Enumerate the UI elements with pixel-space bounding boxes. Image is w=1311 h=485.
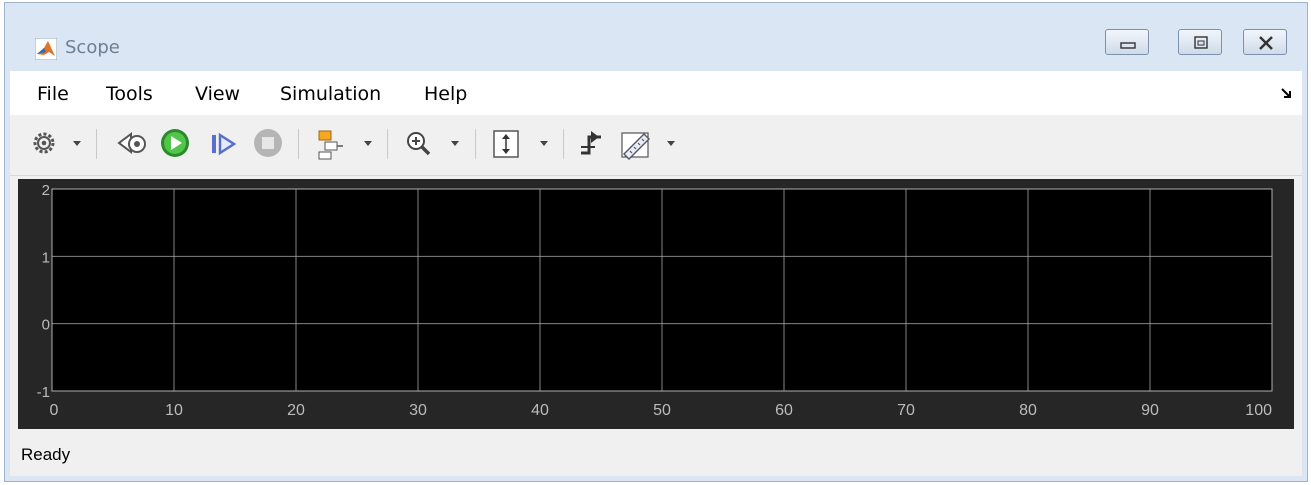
x-tick-label: 20 <box>287 402 305 419</box>
scale-axes-button[interactable] <box>489 127 525 161</box>
stop-icon <box>254 129 282 157</box>
settings-icon <box>33 132 55 154</box>
run-button[interactable] <box>159 127 193 161</box>
y-tick-label: -1 <box>37 384 50 401</box>
minimize-button[interactable] <box>1105 29 1149 55</box>
minimize-icon <box>1120 42 1136 49</box>
zoom-dropdown-arrow[interactable] <box>451 141 459 146</box>
y-tick-label: 2 <box>42 182 50 199</box>
triggers-button[interactable] <box>575 127 609 161</box>
toolbar-separator <box>563 129 564 159</box>
run-icon <box>161 129 189 157</box>
step-back-icon <box>117 132 146 154</box>
status-bar: Ready <box>10 431 1302 476</box>
measurements-icon <box>621 132 650 160</box>
zoom-in-icon <box>407 132 431 156</box>
measurements-button[interactable] <box>618 127 654 161</box>
scale-axes-icon <box>493 130 519 158</box>
measurements-dropdown-arrow[interactable] <box>667 141 675 146</box>
y-tick-label: 1 <box>42 249 50 266</box>
step-forward-button[interactable] <box>206 127 240 161</box>
menu-simulation[interactable]: Simulation <box>280 83 381 105</box>
menu-tools[interactable]: Tools <box>106 83 153 105</box>
window-title: Scope <box>65 37 120 58</box>
scope-plot[interactable]: 0 10 20 30 40 50 60 70 80 90 100-1012 <box>18 179 1296 429</box>
x-tick-label: 50 <box>653 402 671 419</box>
layout-icon <box>318 130 343 160</box>
menu-view[interactable]: View <box>195 83 240 105</box>
x-tick-label: 60 <box>775 402 793 419</box>
settings-dropdown-arrow[interactable] <box>73 141 81 146</box>
restore-button[interactable] <box>1178 29 1222 55</box>
scale-axes-dropdown-arrow[interactable] <box>540 141 548 146</box>
toolbar-separator <box>475 129 476 159</box>
close-icon <box>1259 36 1273 50</box>
y-tick-label: 0 <box>42 317 50 334</box>
layout-dropdown-arrow[interactable] <box>364 141 372 146</box>
menu-bar: File Tools View Simulation Help <box>10 71 1302 115</box>
scope-display[interactable]: 0 10 20 30 40 50 60 70 80 90 100 -1 0 1 2 <box>18 179 1294 429</box>
scope-window: Scope File Tools View Simulation Help 0 … <box>4 2 1308 482</box>
x-tick-label: 80 <box>1019 402 1037 419</box>
client-area: File Tools View Simulation Help 0 10 20 … <box>10 71 1302 476</box>
layout-button[interactable] <box>313 127 347 161</box>
toolbar <box>10 115 1302 176</box>
step-forward-icon <box>212 132 237 156</box>
x-tick-label: 10 <box>165 402 183 419</box>
toolbar-separator <box>387 129 388 159</box>
x-tick-label: 40 <box>531 402 549 419</box>
matlab-icon <box>35 38 57 60</box>
menu-help[interactable]: Help <box>424 83 467 105</box>
stop-button[interactable] <box>252 127 286 161</box>
x-tick-label: 70 <box>897 402 915 419</box>
status-text: Ready <box>21 445 71 464</box>
toolbar-separator <box>96 129 97 159</box>
zoom-in-button[interactable] <box>402 127 436 161</box>
settings-button[interactable] <box>30 127 60 161</box>
undock-arrow-icon[interactable] <box>1280 87 1294 101</box>
x-tick-label: 100 <box>1245 402 1272 419</box>
title-bar[interactable]: Scope <box>5 3 1307 71</box>
x-tick-label: 90 <box>1141 402 1159 419</box>
step-back-button[interactable] <box>114 127 150 161</box>
close-button[interactable] <box>1243 29 1287 55</box>
x-tick-label: 30 <box>409 402 427 419</box>
x-tick-label: 0 <box>50 402 59 419</box>
toolbar-separator <box>298 129 299 159</box>
triggers-icon <box>581 131 601 155</box>
restore-icon <box>1194 36 1208 49</box>
menu-file[interactable]: File <box>37 83 69 105</box>
